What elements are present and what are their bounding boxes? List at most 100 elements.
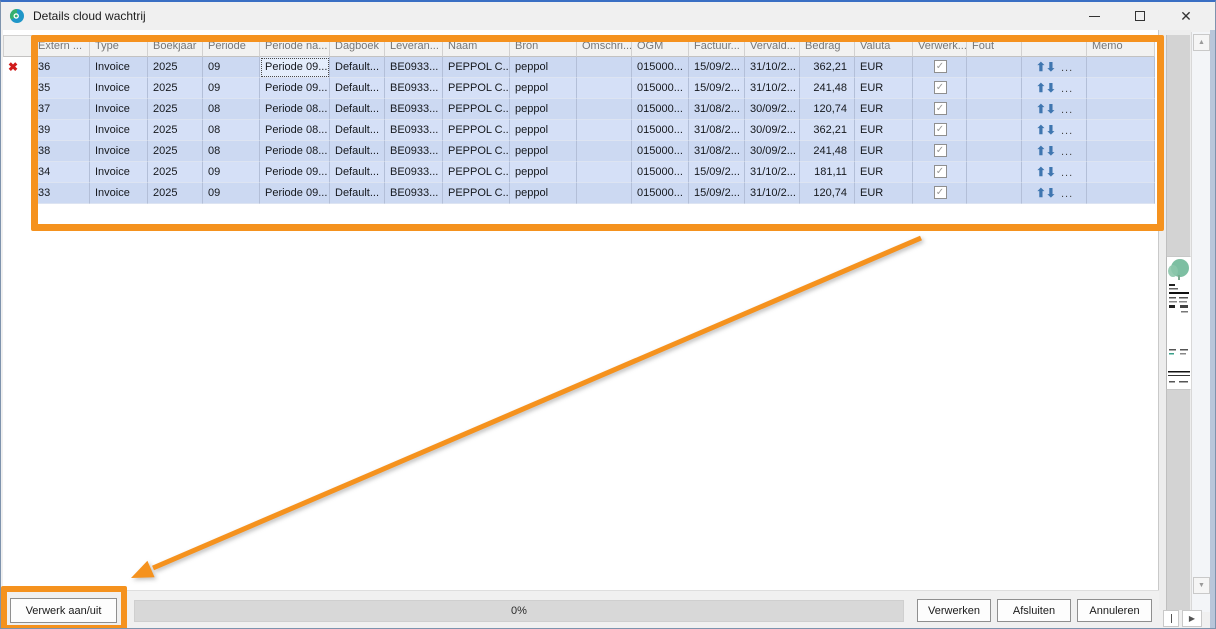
cell-leverancier[interactable]: BE0933... [385,141,443,162]
more-button[interactable]: ... [1061,188,1073,200]
more-button[interactable]: ... [1061,62,1073,74]
cell-type[interactable]: Invoice [90,183,148,204]
cell-naam[interactable]: PEPPOL C... [443,78,510,99]
cell-extern[interactable]: 37 [33,99,90,120]
column-header-fout[interactable]: Fout [967,35,1022,57]
cell-boekjaar[interactable]: 2025 [148,78,203,99]
move-up-icon[interactable]: ⬆ [1036,60,1046,74]
maximize-button[interactable] [1117,2,1163,30]
cell-boekjaar[interactable]: 2025 [148,99,203,120]
cell-boekjaar[interactable]: 2025 [148,57,203,78]
cell-type[interactable]: Invoice [90,141,148,162]
cell-bedrag[interactable]: 362,21 [800,120,855,141]
cell-bedrag[interactable]: 362,21 [800,57,855,78]
cell-periode[interactable]: 08 [203,141,260,162]
cell-dagboek[interactable]: Default... [330,99,385,120]
cell-omschrijving[interactable] [577,141,632,162]
column-header-ogm[interactable]: OGM [632,35,689,57]
table-row[interactable]: 38Invoice202508Periode 08...Default...BE… [3,141,1158,162]
cell-factuurdatum[interactable]: 15/09/2... [689,183,745,204]
cell-factuurdatum[interactable]: 15/09/2... [689,78,745,99]
cell-extern[interactable]: 39 [33,120,90,141]
column-header-periode[interactable]: Periode [203,35,260,57]
cell-extern[interactable]: 33 [33,183,90,204]
cell-actions[interactable]: ⬆⬇... [1022,99,1087,120]
more-button[interactable]: ... [1061,83,1073,95]
cell-valuta[interactable]: EUR [855,141,913,162]
column-header-naam[interactable]: Naam [443,35,510,57]
cell-bedrag[interactable]: 241,48 [800,78,855,99]
verwerk-checkbox[interactable]: ✓ [934,81,947,94]
move-down-icon[interactable]: ⬇ [1046,60,1056,74]
cell-periode[interactable]: 09 [203,78,260,99]
cell-fout[interactable] [967,78,1022,99]
cell-factuurdatum[interactable]: 31/08/2... [689,99,745,120]
verwerk-checkbox[interactable]: ✓ [934,144,947,157]
verwerk-checkbox[interactable]: ✓ [934,102,947,115]
move-up-icon[interactable]: ⬆ [1036,123,1046,137]
table-row[interactable]: 39Invoice202508Periode 08...Default...BE… [3,120,1158,141]
cell-memo[interactable] [1087,162,1155,183]
cell-bron[interactable]: peppol [510,120,577,141]
cell-boekjaar[interactable]: 2025 [148,183,203,204]
cell-memo[interactable] [1087,78,1155,99]
cell-periode_naam[interactable]: Periode 08... [260,120,330,141]
column-header-valuta[interactable]: Valuta [855,35,913,57]
cell-valuta[interactable]: EUR [855,57,913,78]
cell-valuta[interactable]: EUR [855,120,913,141]
scroll-up-icon[interactable]: ▲ [1193,34,1210,51]
more-button[interactable]: ... [1061,146,1073,158]
cell-periode[interactable]: 08 [203,120,260,141]
column-header-actions[interactable] [1022,35,1087,57]
scroll-down-icon[interactable]: ▼ [1193,577,1210,594]
verwerken-button[interactable]: Verwerken [917,599,991,622]
verwerk-checkbox[interactable]: ✓ [934,60,947,73]
close-button[interactable]: ✕ [1163,2,1209,30]
move-down-icon[interactable]: ⬇ [1046,144,1056,158]
cell-memo[interactable] [1087,99,1155,120]
cell-ogm[interactable]: 015000... [632,120,689,141]
cell-naam[interactable]: PEPPOL C... [443,120,510,141]
cell-memo[interactable] [1087,57,1155,78]
cell-type[interactable]: Invoice [90,57,148,78]
cell-verwerk[interactable]: ✓ [913,120,967,141]
move-down-icon[interactable]: ⬇ [1046,81,1056,95]
cell-bron[interactable]: peppol [510,141,577,162]
cell-leverancier[interactable]: BE0933... [385,162,443,183]
table-row[interactable]: ✖36Invoice202509Periode 09...Default...B… [3,57,1158,78]
verwerk-checkbox[interactable]: ✓ [934,123,947,136]
cell-memo[interactable] [1087,120,1155,141]
column-header-dagboek[interactable]: Dagboek [330,35,385,57]
move-down-icon[interactable]: ⬇ [1046,123,1056,137]
column-header-vervaldatum[interactable]: Vervald... [745,35,800,57]
cell-boekjaar[interactable]: 2025 [148,162,203,183]
cell-fout[interactable] [967,162,1022,183]
column-header-bron[interactable]: Bron [510,35,577,57]
column-header-leverancier[interactable]: Leveran... [385,35,443,57]
cell-ogm[interactable]: 015000... [632,141,689,162]
cell-omschrijving[interactable] [577,78,632,99]
more-button[interactable]: ... [1061,104,1073,116]
cell-ogm[interactable]: 015000... [632,78,689,99]
table-row[interactable]: 35Invoice202509Periode 09...Default...BE… [3,78,1158,99]
cell-type[interactable]: Invoice [90,99,148,120]
scroll-grip-icon[interactable] [1163,610,1179,627]
cell-fout[interactable] [967,120,1022,141]
cell-periode[interactable]: 09 [203,183,260,204]
move-up-icon[interactable]: ⬆ [1036,165,1046,179]
move-up-icon[interactable]: ⬆ [1036,186,1046,200]
cell-vervaldatum[interactable]: 31/10/2... [745,162,800,183]
cell-naam[interactable]: PEPPOL C... [443,183,510,204]
cell-periode_naam[interactable]: Periode 09... [260,57,330,78]
cell-type[interactable]: Invoice [90,162,148,183]
cell-periode_naam[interactable]: Periode 08... [260,141,330,162]
cell-extern[interactable]: 38 [33,141,90,162]
cell-leverancier[interactable]: BE0933... [385,78,443,99]
cell-dagboek[interactable]: Default... [330,78,385,99]
move-up-icon[interactable]: ⬆ [1036,81,1046,95]
column-header-factuurdatum[interactable]: Factuur... [689,35,745,57]
cell-extern[interactable]: 34 [33,162,90,183]
move-down-icon[interactable]: ⬇ [1046,102,1056,116]
cell-periode_naam[interactable]: Periode 09... [260,183,330,204]
cell-type[interactable]: Invoice [90,78,148,99]
